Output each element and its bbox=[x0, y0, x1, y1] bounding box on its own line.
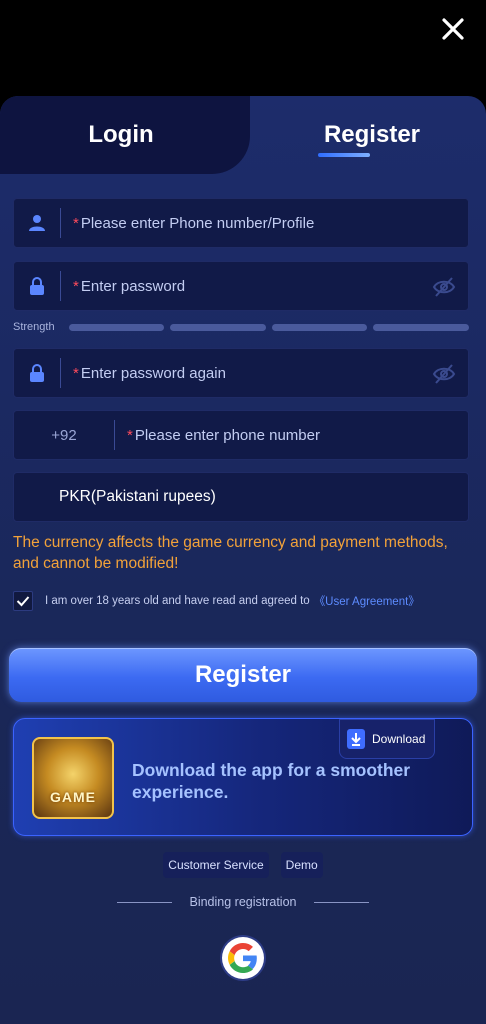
agreement-row: I am over 18 years old and have read and… bbox=[13, 590, 473, 612]
password-confirm-field[interactable]: * Enter password again bbox=[13, 348, 469, 398]
divider-line bbox=[117, 901, 172, 903]
agreement-checkbox[interactable] bbox=[13, 591, 33, 611]
close-button[interactable] bbox=[438, 14, 468, 44]
google-login-button[interactable] bbox=[222, 937, 264, 979]
close-icon bbox=[442, 18, 464, 40]
strength-bar bbox=[170, 323, 266, 331]
required-mark: * bbox=[73, 214, 79, 232]
field-separator bbox=[60, 271, 61, 301]
strength-bar bbox=[373, 323, 470, 331]
lock-icon bbox=[14, 348, 60, 398]
demo-button[interactable]: Demo bbox=[280, 852, 323, 878]
agreement-text: I am over 18 years old and have read and… bbox=[45, 595, 310, 607]
auth-tabs: Login Register bbox=[0, 96, 486, 174]
download-icon bbox=[347, 729, 365, 749]
top-bar bbox=[0, 0, 486, 100]
check-icon bbox=[16, 596, 30, 607]
required-mark: * bbox=[73, 277, 79, 295]
password-strength: Strength bbox=[13, 320, 470, 334]
strength-bar bbox=[68, 323, 165, 331]
required-mark: * bbox=[127, 426, 133, 444]
currency-field[interactable]: PKR(Pakistani rupees) bbox=[13, 472, 469, 522]
tab-login-label: Login bbox=[88, 121, 154, 148]
required-mark: * bbox=[73, 364, 79, 382]
app-download-banner[interactable]: GAME Download the app for a smoother exp… bbox=[13, 718, 473, 836]
tab-register[interactable]: Register bbox=[250, 96, 486, 174]
demo-label: Demo bbox=[285, 858, 318, 872]
divider-line bbox=[313, 901, 369, 903]
strength-bar bbox=[271, 323, 368, 331]
eye-off-icon[interactable] bbox=[432, 363, 456, 385]
country-code: +92 bbox=[51, 426, 77, 444]
phone-number-field[interactable]: +92 * Please enter phone number bbox=[13, 410, 469, 460]
register-button-label: Register bbox=[194, 661, 292, 688]
field-separator bbox=[60, 358, 61, 388]
currency-value: PKR(Pakistani rupees) bbox=[59, 488, 216, 505]
customer-service-button[interactable]: Customer Service bbox=[163, 852, 269, 878]
register-button[interactable]: Register bbox=[9, 648, 477, 702]
app-logo-text: GAME bbox=[50, 789, 96, 805]
google-icon bbox=[228, 943, 257, 973]
field-separator bbox=[114, 420, 115, 450]
tab-login[interactable]: Login bbox=[0, 96, 250, 174]
download-label: Download bbox=[372, 732, 426, 746]
customer-service-label: Customer Service bbox=[168, 858, 264, 872]
app-banner-message: Download the app for a smoother experien… bbox=[132, 760, 411, 802]
password-field[interactable]: * Enter password bbox=[13, 261, 469, 311]
country-code-selector[interactable]: +92 bbox=[14, 427, 114, 444]
eye-off-icon[interactable] bbox=[432, 276, 456, 298]
user-agreement-link[interactable]: 《User Agreement》 bbox=[314, 593, 420, 609]
field-separator bbox=[60, 208, 61, 238]
footer-links: Customer Service Demo bbox=[0, 852, 486, 880]
download-button[interactable]: Download bbox=[339, 719, 435, 759]
strength-label: Strength bbox=[13, 321, 55, 333]
currency-warning: The currency affects the game currency a… bbox=[13, 534, 448, 572]
phone-profile-placeholder: Please enter Phone number/Profile bbox=[80, 214, 315, 232]
password-confirm-placeholder: Enter password again bbox=[80, 364, 226, 382]
user-icon bbox=[14, 198, 60, 248]
lock-icon bbox=[14, 261, 60, 311]
tab-register-label: Register bbox=[323, 121, 421, 148]
binding-divider: Binding registration bbox=[117, 893, 369, 911]
phone-number-placeholder: Please enter phone number bbox=[134, 426, 320, 444]
phone-profile-field[interactable]: * Please enter Phone number/Profile bbox=[13, 198, 469, 248]
password-placeholder: Enter password bbox=[80, 277, 186, 295]
app-logo: GAME bbox=[32, 737, 114, 819]
active-tab-indicator bbox=[318, 153, 370, 157]
binding-registration-label: Binding registration bbox=[189, 895, 297, 909]
